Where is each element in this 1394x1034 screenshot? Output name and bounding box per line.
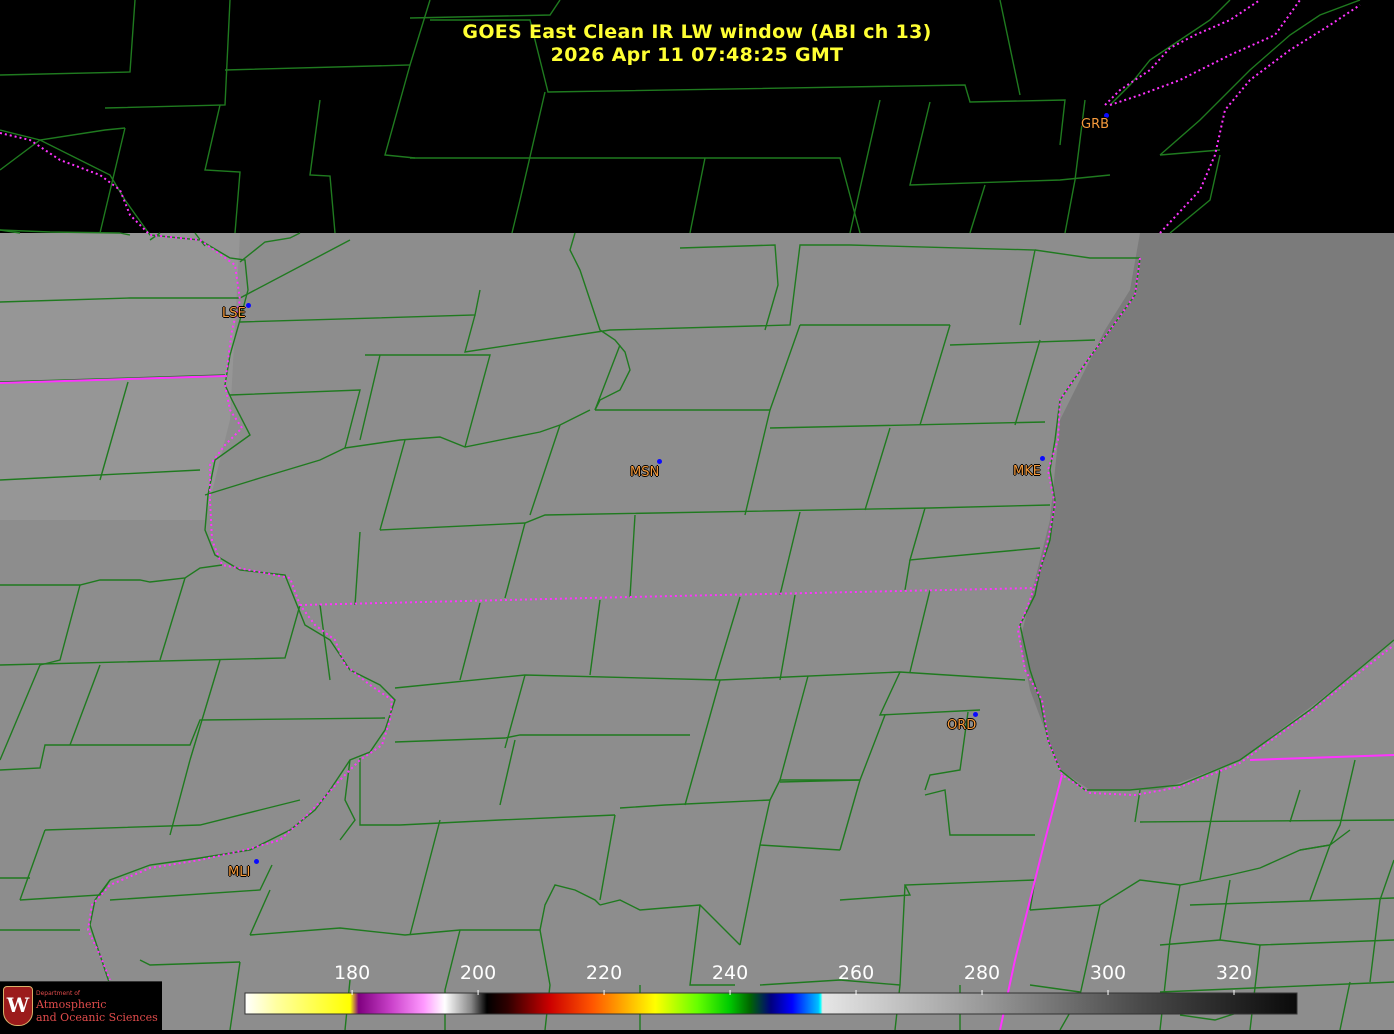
temperature-colorbar xyxy=(244,990,1298,1015)
colorbar-tick-label: 180 xyxy=(333,962,371,984)
city-dot-lse xyxy=(246,303,251,308)
city-label-grb: GRB xyxy=(1081,117,1110,132)
city-dot-mli xyxy=(254,859,259,864)
city-label-mke: MKE xyxy=(1013,464,1041,479)
colorbar-tick-label: 260 xyxy=(837,962,875,984)
satellite-map: GOES East Clean IR LW window (ABI ch 13)… xyxy=(0,0,1394,1031)
city-dot-ord xyxy=(973,712,978,717)
city-label-mli: MLI xyxy=(228,865,251,880)
uw-seal-icon: W xyxy=(3,986,33,1026)
uw-aos-logo: W Department of Atmospheric and Oceanic … xyxy=(0,981,162,1031)
colorbar-tick-label: 200 xyxy=(459,962,497,984)
map-canvas xyxy=(0,0,1394,1031)
colorbar-tick-label: 220 xyxy=(585,962,623,984)
colorbar-tick-label: 320 xyxy=(1215,962,1253,984)
logo-line1: Atmospheric xyxy=(36,998,107,1011)
colorbar-tick-label: 280 xyxy=(963,962,1001,984)
image-title: GOES East Clean IR LW window (ABI ch 13) xyxy=(462,21,932,43)
city-dot-msn xyxy=(657,459,662,464)
colorbar-tick-label: 300 xyxy=(1089,962,1127,984)
city-label-ord: ORD xyxy=(947,718,977,733)
city-label-msn: MSN xyxy=(630,465,660,480)
city-dot-mke xyxy=(1040,456,1045,461)
colorbar-tick-label: 240 xyxy=(711,962,749,984)
logo-line2: and Oceanic Sciences xyxy=(36,1011,158,1024)
colorbar-gradient xyxy=(244,992,1298,1015)
city-label-lse: LSE xyxy=(222,306,246,321)
logo-dept-text: Department of xyxy=(36,990,80,997)
image-timestamp: 2026 Apr 11 07:48:25 GMT xyxy=(550,44,844,66)
